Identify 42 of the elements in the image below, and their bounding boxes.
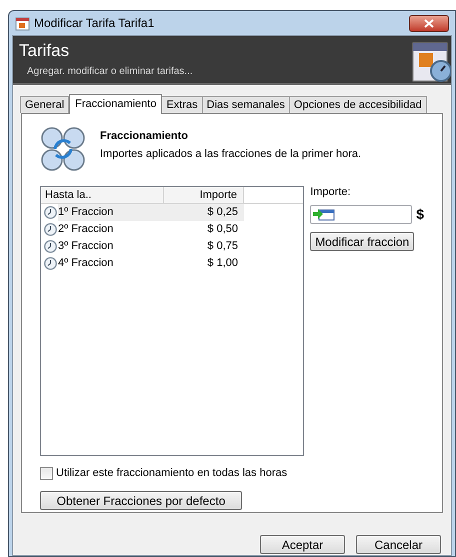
table-cell-text: 4º Fraccion: [58, 256, 114, 272]
checkbox-label: Utilizar este fraccionamiento en todas las horas: [56, 466, 288, 481]
input-arrow-icon: [313, 208, 336, 220]
table-cell-text: $ 1,00: [207, 256, 239, 272]
tab[interactable]: Fraccionamiento: [69, 94, 162, 114]
checkbox[interactable]: [40, 466, 53, 480]
close-button[interactable]: [409, 14, 449, 32]
table-cell-text: $ 0,75: [207, 239, 239, 254]
table-cell-text: 2º Fraccion: [58, 222, 114, 238]
table-row[interactable]: 2º Fraccion $ 0,50: [58, 221, 244, 238]
section-description: Importes aplicados a las fracciones de la primer hora.: [100, 146, 362, 162]
close-icon: [424, 18, 434, 28]
table-row[interactable]: 1º Fraccion $ 0,25: [58, 204, 244, 221]
default-fractions-button[interactable]: Obtener Fracciones por defecto: [40, 490, 242, 510]
header-subtitle: Agregar. modificar o eliminar tarifas...: [26, 65, 194, 79]
importe-label: Importe:: [310, 185, 352, 200]
tab[interactable]: Opciones de accesibilidad: [288, 96, 427, 113]
table-row[interactable]: 4º Fraccion $ 1,00: [58, 255, 244, 272]
calendar-icon: [15, 16, 30, 30]
tab[interactable]: Extras: [161, 96, 203, 113]
table-row[interactable]: 3º Fraccion $ 0,75: [58, 238, 244, 255]
clock-icon: [44, 257, 57, 270]
section-title: Fraccionamiento: [100, 129, 190, 144]
table-cell-text: $ 0,50: [207, 222, 239, 238]
cancel-button[interactable]: Cancelar: [356, 535, 441, 554]
clock-icon: [44, 223, 57, 236]
accept-button[interactable]: Aceptar: [260, 535, 345, 554]
tab[interactable]: Dias semanales: [202, 96, 290, 113]
clocks-cycle-icon: [40, 126, 86, 172]
window-title: Modificar Tarifa Tarifa1: [34, 15, 156, 32]
tab[interactable]: General: [20, 96, 70, 113]
modify-fraction-button[interactable]: Modificar fraccion: [310, 232, 414, 250]
clock-icon: [44, 206, 57, 219]
currency-symbol: $: [416, 204, 424, 224]
header-title: Tarifas: [19, 40, 70, 62]
table-cell-text: 1º Fraccion: [58, 205, 114, 220]
column-header[interactable]: Hasta la..: [41, 187, 164, 203]
column-header[interactable]: Importe: [164, 187, 244, 203]
table-cell-text: $ 0,25: [207, 205, 239, 220]
importe-field[interactable]: [310, 204, 412, 224]
table-cell-text: 3º Fraccion: [58, 239, 114, 254]
clock-icon: [44, 240, 57, 253]
